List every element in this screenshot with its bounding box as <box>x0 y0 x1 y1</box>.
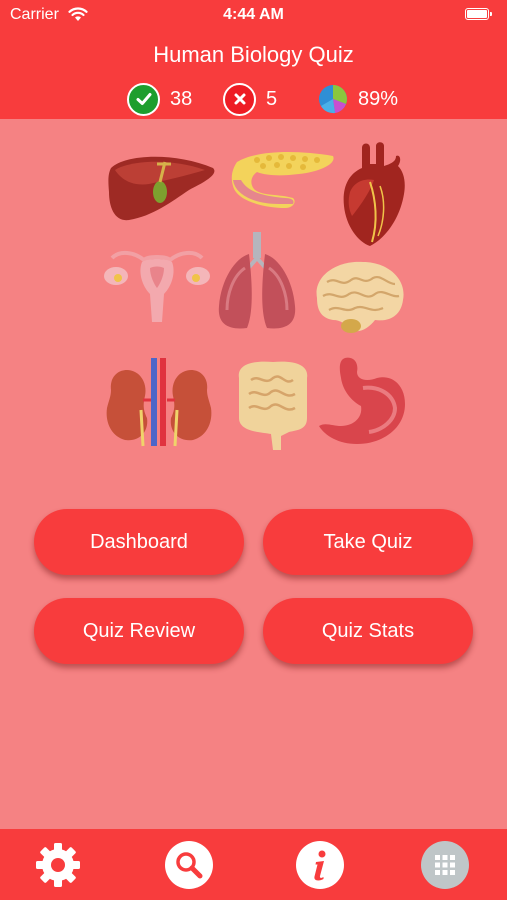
cross-icon <box>223 82 256 116</box>
score-percent: 89% <box>358 87 399 110</box>
status-bar: Carrier 4:44 AM <box>0 0 507 30</box>
info-icon <box>296 841 344 889</box>
page-title: Human Biology Quiz <box>153 42 354 67</box>
correct-count: 38 <box>170 87 193 110</box>
status-time: 4:44 AM <box>223 6 284 23</box>
more-apps-button[interactable] <box>420 840 470 890</box>
battery-icon <box>465 8 492 20</box>
intestines-illustration <box>238 361 308 450</box>
wrong-count: 5 <box>266 87 278 110</box>
wrong-count-stat: 5 <box>223 82 278 116</box>
score-stat: 89% <box>318 83 398 115</box>
kidneys-illustration <box>106 358 212 447</box>
settings-button[interactable] <box>33 840 83 890</box>
pie-chart-icon <box>319 85 347 114</box>
header: Carrier 4:44 AM Human Biology Quiz 38 5 <box>0 0 507 119</box>
uterus-illustration <box>104 251 210 322</box>
organ-illustration-grid <box>95 142 415 452</box>
info-button[interactable] <box>295 840 345 890</box>
search-button[interactable] <box>164 840 214 890</box>
stomach-illustration <box>319 357 405 444</box>
correct-count-stat: 38 <box>127 82 193 116</box>
pancreas-illustration <box>231 152 334 208</box>
stats-bar: 38 5 89% <box>0 82 507 116</box>
search-icon <box>165 841 213 889</box>
checkmark-icon <box>127 82 160 116</box>
brain-illustration <box>316 261 404 333</box>
lungs-illustration <box>218 232 296 329</box>
quiz-stats-button[interactable]: Quiz Stats <box>263 598 473 664</box>
settings-icon <box>36 843 80 887</box>
quiz-review-button[interactable]: Quiz Review <box>34 598 244 664</box>
grid-icon <box>421 841 469 889</box>
dashboard-button[interactable]: Dashboard <box>34 509 244 575</box>
liver-illustration <box>108 156 215 221</box>
take-quiz-button[interactable]: Take Quiz <box>263 509 473 575</box>
heart-illustration <box>343 142 405 246</box>
bottom-toolbar <box>0 829 507 900</box>
